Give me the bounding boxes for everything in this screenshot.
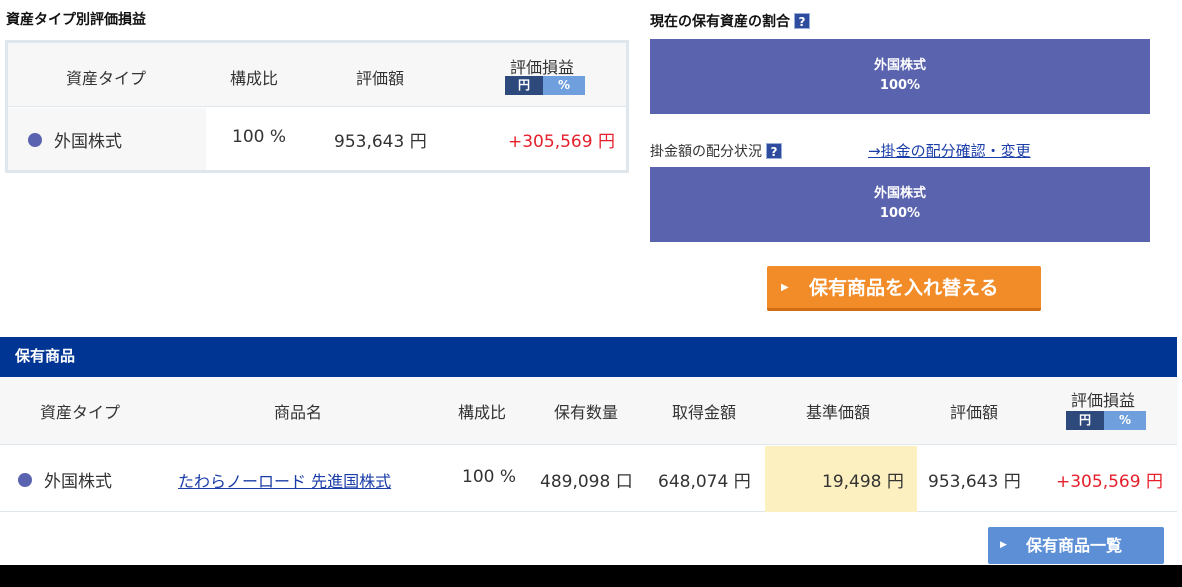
ratio-bar-label: 外国株式 (873, 186, 926, 201)
row-pnl: +305,569 円 (1056, 472, 1163, 492)
help-icon[interactable]: ? (766, 143, 782, 159)
allocation-ratio-bar: 外国株式 100% (650, 167, 1150, 242)
header-pnl: 評価損益 (510, 58, 575, 77)
row-base-price: 19,498 円 (822, 472, 904, 492)
header-asset-type: 資産タイプ (40, 403, 121, 422)
triangle-right-icon: ▶ (1000, 540, 1007, 550)
header-pnl: 評価損益 (1071, 391, 1136, 410)
row-units: 489,098 口 (540, 472, 633, 492)
foreign-stock-dot-icon (18, 473, 32, 487)
row-asset-type: 外国株式 (28, 127, 122, 152)
asset-type-table: 資産タイプ 構成比 評価額 評価損益 円 % 外国株式 100 % 953,64… (5, 40, 629, 173)
table-row: 外国株式 100 % 953,643 円 +305,569 円 (8, 108, 626, 170)
holdings-list-button[interactable]: ▶ 保有商品一覧 (988, 527, 1164, 564)
allocation-change-link[interactable]: →掛金の配分確認・変更 (868, 140, 1031, 161)
row-valuation: 953,643 円 (334, 132, 427, 152)
header-base-price: 基準価額 (806, 403, 871, 422)
ratio-bar-label: 外国株式 (873, 58, 926, 73)
toggle-percent[interactable]: % (543, 76, 585, 95)
pnl-unit-toggle[interactable]: 円 % (505, 76, 585, 95)
ratio-bar-value: 100% (879, 78, 921, 93)
row-pnl: +305,569 円 (508, 132, 615, 152)
header-valuation: 評価額 (356, 69, 405, 88)
pnl-unit-toggle[interactable]: 円 % (1066, 411, 1146, 430)
holdings-ratio-bar: 外国株式 100% (650, 39, 1150, 114)
ratio-bar-value: 100% (879, 206, 921, 221)
allocation-label: 掛金額の配分状況? (650, 141, 782, 161)
header-asset-type: 資産タイプ (66, 69, 147, 88)
row-ratio: 100 % (462, 467, 517, 487)
fund-name-link[interactable]: たわらノーロード 先進国株式 (178, 468, 391, 492)
asset-type-section-title: 資産タイプ別評価損益 (6, 12, 146, 28)
header-ratio: 構成比 (230, 69, 279, 88)
bottom-bar (0, 565, 1182, 587)
holdings-ratio-title: 現在の保有資産の割合? (650, 11, 810, 31)
switch-holdings-button[interactable]: ▶ 保有商品を入れ替える (767, 266, 1041, 311)
header-cost: 取得金額 (672, 403, 737, 422)
asset-type-table-header: 資産タイプ 構成比 評価額 評価損益 円 % (8, 43, 626, 107)
holdings-table-header: 資産タイプ 商品名 構成比 保有数量 取得金額 基準価額 評価額 評価損益 円 … (0, 377, 1177, 445)
toggle-percent[interactable]: % (1104, 411, 1146, 430)
foreign-stock-dot-icon (28, 133, 42, 147)
header-units: 保有数量 (554, 403, 619, 422)
table-row: 外国株式 たわらノーロード 先進国株式 100 % 489,098 口 648,… (0, 446, 1177, 512)
toggle-yen[interactable]: 円 (1066, 411, 1104, 430)
row-ratio: 100 % (232, 127, 287, 147)
holdings-section-header: 保有商品 (0, 337, 1177, 377)
header-product-name: 商品名 (274, 403, 323, 422)
header-ratio: 構成比 (458, 403, 507, 422)
row-valuation: 953,643 円 (928, 472, 1021, 492)
header-valuation: 評価額 (950, 403, 999, 422)
page-edge (1177, 0, 1182, 565)
triangle-right-icon: ▶ (781, 282, 789, 293)
help-icon[interactable]: ? (794, 13, 810, 29)
row-asset-type: 外国株式 (18, 467, 112, 492)
toggle-yen[interactable]: 円 (505, 76, 543, 95)
row-cost: 648,074 円 (658, 472, 751, 492)
